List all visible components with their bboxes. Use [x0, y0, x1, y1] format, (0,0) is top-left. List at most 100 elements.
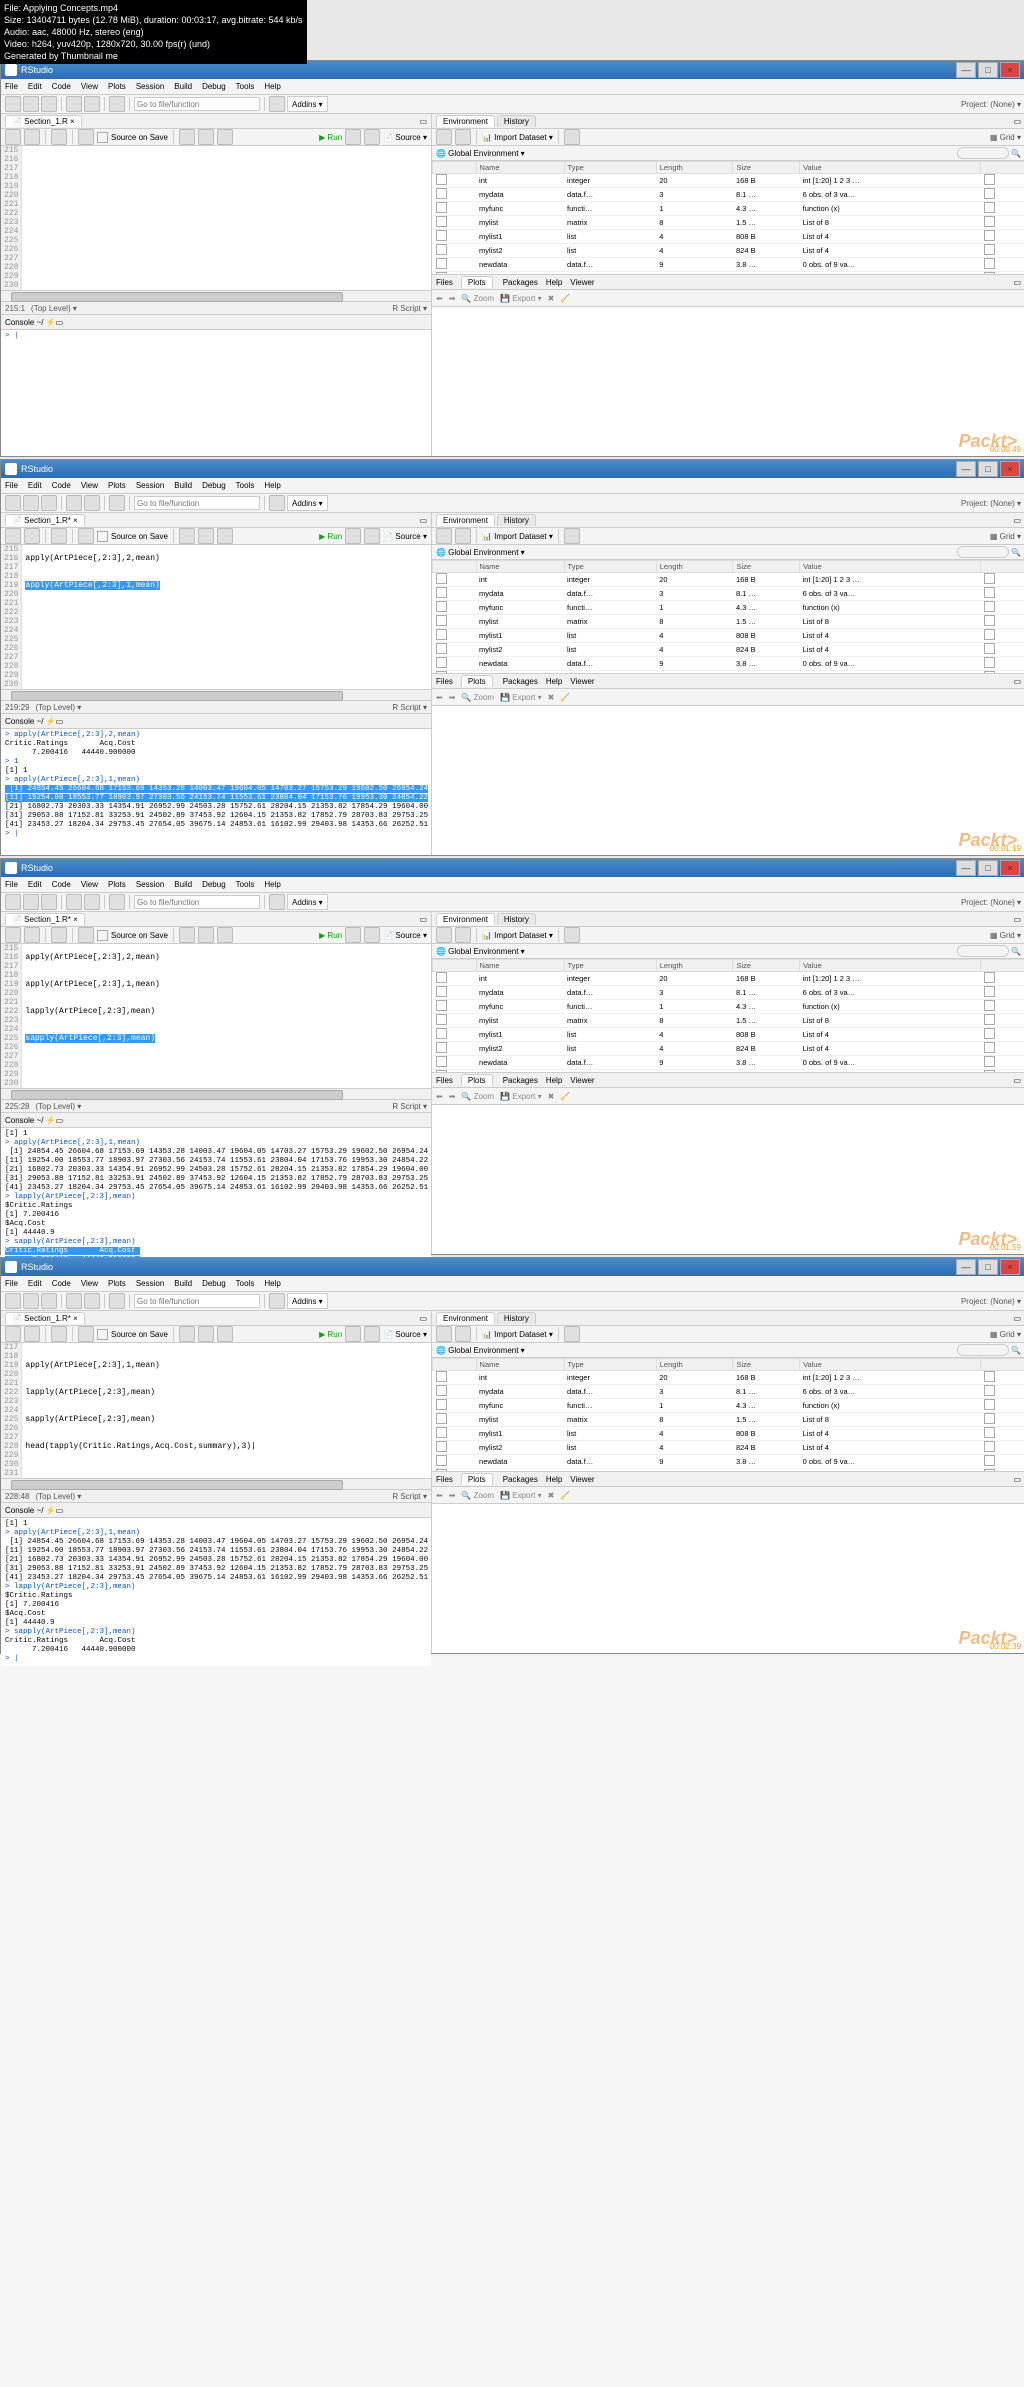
goto-file-input[interactable] — [134, 97, 260, 111]
pane-collapse-icon[interactable]: ▭ — [1013, 516, 1021, 525]
save-workspace-icon[interactable] — [455, 1326, 471, 1342]
pane-collapse-icon[interactable]: ▭ — [1013, 278, 1021, 287]
save-workspace-icon[interactable] — [455, 927, 471, 943]
clear-console-icon[interactable]: ▭ — [56, 1506, 64, 1515]
menu-tools[interactable]: Tools — [236, 1279, 255, 1288]
run-button[interactable]: ▶ Run — [319, 532, 342, 541]
menu-tools[interactable]: Tools — [236, 82, 255, 91]
close-button[interactable]: × — [1000, 62, 1020, 78]
env-row[interactable]: intinteger20168 Bint [1:20] 1 2 3 … — [433, 972, 1024, 986]
new-file-icon[interactable] — [5, 1293, 21, 1309]
menu-help[interactable]: Help — [264, 880, 280, 889]
env-row[interactable]: intinteger20168 Bint [1:20] 1 2 3 … — [433, 573, 1024, 587]
clear-console-icon[interactable]: ▭ — [56, 318, 64, 327]
env-search[interactable] — [957, 147, 1009, 159]
show-in-new-icon[interactable] — [51, 1326, 67, 1342]
menu-debug[interactable]: Debug — [202, 1279, 226, 1288]
source-down-icon[interactable] — [364, 927, 380, 943]
zoom-button[interactable]: 🔍 Zoom — [461, 1491, 494, 1500]
save-workspace-icon[interactable] — [455, 129, 471, 145]
env-search[interactable] — [957, 945, 1009, 957]
pane-collapse-icon[interactable]: ▭ — [419, 516, 427, 525]
pane-collapse-icon[interactable]: ▭ — [1013, 677, 1021, 686]
env-row[interactable]: subsetcharac…5448 Bchr [1:5] "number… — [433, 1469, 1024, 1472]
env-row[interactable]: mylist1list4808 BList of 4 — [433, 1427, 1024, 1441]
menu-edit[interactable]: Edit — [28, 481, 42, 490]
code-area[interactable] — [22, 146, 28, 290]
addins-dropdown[interactable]: Addins ▾ — [287, 495, 328, 511]
wand-icon[interactable] — [198, 1326, 214, 1342]
clear-env-icon[interactable] — [564, 927, 580, 943]
grid-view-button[interactable]: ▦ Grid ▾ — [990, 931, 1021, 940]
import-dataset-button[interactable]: 📊 Import Dataset ▾ — [482, 1330, 553, 1339]
tab-help[interactable]: Help — [546, 1475, 562, 1484]
code-area[interactable]: apply(ArtPiece[,2:3],2,mean) apply(ArtPi… — [22, 944, 162, 1088]
menu-debug[interactable]: Debug — [202, 481, 226, 490]
project-selector[interactable]: Project: (None) ▾ — [961, 100, 1021, 109]
clear-env-icon[interactable] — [564, 129, 580, 145]
scope-selector[interactable]: (Top Level) ▾ — [35, 1492, 81, 1501]
clear-console-icon[interactable]: ▭ — [56, 1116, 64, 1125]
env-row[interactable]: myfuncfuncti…14.3 …function (x) — [433, 1399, 1024, 1413]
minimize-button[interactable]: — — [956, 860, 976, 876]
menu-view[interactable]: View — [81, 880, 98, 889]
h-scrollbar[interactable] — [1, 689, 431, 700]
clear-console-icon[interactable]: ▭ — [56, 717, 64, 726]
clear-plots-icon[interactable]: 🧹 — [560, 1092, 570, 1101]
menu-edit[interactable]: Edit — [28, 82, 42, 91]
tab-files[interactable]: Files — [436, 1076, 453, 1085]
pane-collapse-icon[interactable]: ▭ — [419, 1314, 427, 1323]
new-file-icon[interactable] — [5, 495, 21, 511]
zoom-button[interactable]: 🔍 Zoom — [461, 693, 494, 702]
env-row[interactable]: mylistmatrix81.5 …List of 8 — [433, 615, 1024, 629]
source-on-save-checkbox[interactable] — [97, 930, 108, 941]
goto-file-input[interactable] — [134, 1294, 260, 1308]
print-icon[interactable] — [109, 495, 125, 511]
pane-collapse-icon[interactable]: ▭ — [419, 915, 427, 924]
menu-view[interactable]: View — [81, 82, 98, 91]
addins-dropdown[interactable]: Addins ▾ — [287, 1293, 328, 1309]
env-row[interactable]: myfuncfuncti…14.3 …function (x) — [433, 601, 1024, 615]
minimize-button[interactable]: — — [956, 461, 976, 477]
env-row[interactable]: mylistmatrix81.5 …List of 8 — [433, 1014, 1024, 1028]
rerun-icon[interactable] — [345, 528, 361, 544]
tab-packages[interactable]: Packages — [503, 1475, 538, 1484]
save-source-icon[interactable] — [78, 927, 94, 943]
menu-build[interactable]: Build — [174, 481, 192, 490]
grid-view-button[interactable]: ▦ Grid ▾ — [990, 532, 1021, 541]
zoom-button[interactable]: 🔍 Zoom — [461, 294, 494, 303]
save-source-icon[interactable] — [78, 528, 94, 544]
import-dataset-button[interactable]: 📊 Import Dataset ▾ — [482, 133, 553, 142]
menu-session[interactable]: Session — [136, 1279, 164, 1288]
menu-file[interactable]: File — [5, 1279, 18, 1288]
source-on-save-checkbox[interactable] — [97, 531, 108, 542]
history-tab[interactable]: History — [497, 115, 536, 127]
new-project-icon[interactable] — [23, 894, 39, 910]
clear-plots-icon[interactable]: 🧹 — [560, 294, 570, 303]
tab-files[interactable]: Files — [436, 278, 453, 287]
find-icon[interactable] — [179, 927, 195, 943]
print-icon[interactable] — [109, 1293, 125, 1309]
file-type[interactable]: R Script ▾ — [392, 304, 427, 313]
env-row[interactable]: subsetcharac…5448 Bchr [1:5] "number… — [433, 1070, 1024, 1073]
rerun-icon[interactable] — [345, 1326, 361, 1342]
export-button[interactable]: 💾 Export ▾ — [500, 693, 542, 702]
back-icon[interactable] — [5, 1326, 21, 1342]
find-icon[interactable] — [179, 528, 195, 544]
clear-env-icon[interactable] — [564, 528, 580, 544]
rerun-icon[interactable] — [345, 927, 361, 943]
compile-icon[interactable] — [217, 129, 233, 145]
wand-icon[interactable] — [198, 927, 214, 943]
history-tab[interactable]: History — [497, 913, 536, 925]
close-button[interactable]: × — [1000, 461, 1020, 477]
save-icon[interactable] — [66, 1293, 82, 1309]
run-button[interactable]: ▶ Run — [319, 133, 342, 142]
menu-file[interactable]: File — [5, 481, 18, 490]
source-on-save-checkbox[interactable] — [97, 132, 108, 143]
menu-edit[interactable]: Edit — [28, 1279, 42, 1288]
source-down-icon[interactable] — [364, 1326, 380, 1342]
tools-icon[interactable] — [269, 894, 285, 910]
source-editor[interactable]: 2152162172182192202212222232242252262272… — [1, 146, 431, 290]
remove-plot-icon[interactable]: ✖ — [548, 1491, 555, 1500]
source-editor[interactable]: 2152162172182192202212222232242252262272… — [1, 545, 431, 689]
